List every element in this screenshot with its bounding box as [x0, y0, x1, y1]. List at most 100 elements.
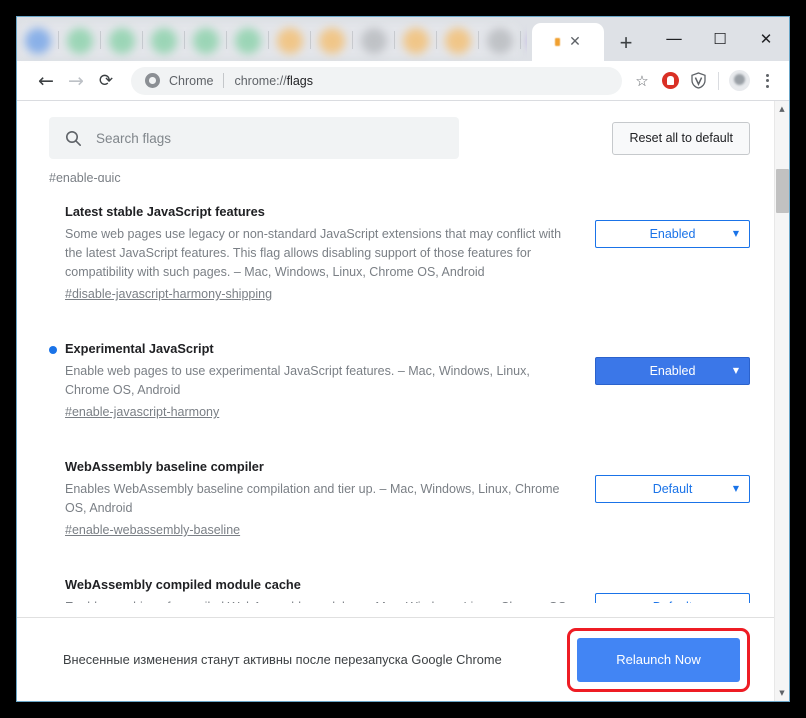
flag-description: Enables WebAssembly baseline compilation…: [65, 482, 560, 515]
url-prefix: chrome://: [234, 73, 287, 88]
flag-title: Latest stable JavaScript features: [65, 204, 265, 219]
scrollbar-down-arrow[interactable]: ▼: [775, 685, 790, 701]
chrome-browser-window: ✕ + — ☐ ✕ ← → ⟳ Chrome chrome://flags ☆: [16, 16, 790, 702]
shield-extension-icon[interactable]: [684, 67, 712, 95]
scrollbar-up-arrow[interactable]: ▲: [775, 101, 790, 117]
new-tab-button[interactable]: +: [613, 30, 639, 56]
window-close-button[interactable]: ✕: [743, 17, 789, 61]
reload-icon[interactable]: ⟳: [91, 66, 121, 96]
flag-description: Enable web pages to use experimental Jav…: [65, 364, 530, 397]
tab-favicon-icon: [555, 38, 561, 46]
adblock-glyph: [661, 72, 679, 89]
chevron-down-icon: ▼: [732, 366, 739, 375]
tab-favicon-icon: [445, 28, 471, 54]
three-dots-glyph: [765, 73, 769, 88]
flag-row: Experimental JavaScript Enable web pages …: [49, 319, 750, 437]
flags-header: Search flags Reset all to default: [17, 101, 774, 171]
reset-all-to-default-button[interactable]: Reset all to default: [612, 121, 750, 155]
screenshot-root: ✕ + — ☐ ✕ ← → ⟳ Chrome chrome://flags ☆: [0, 0, 806, 718]
modified-indicator-dot: [49, 346, 57, 354]
flag-state-select[interactable]: Enabled ▼: [595, 357, 750, 385]
background-tab[interactable]: [185, 23, 227, 59]
background-tab[interactable]: [395, 23, 437, 59]
background-tab[interactable]: [59, 23, 101, 59]
background-tab[interactable]: [17, 23, 59, 59]
back-icon[interactable]: ←: [31, 66, 61, 96]
window-maximize-button[interactable]: ☐: [697, 17, 743, 61]
page-scrollbar[interactable]: ▲ ▼: [774, 101, 789, 701]
window-controls: — ☐ ✕: [651, 17, 789, 61]
tab-favicon-icon: [193, 28, 219, 54]
tab-favicon-icon: [487, 28, 513, 54]
profile-avatar[interactable]: [725, 67, 753, 95]
flag-title: WebAssembly baseline compiler: [65, 459, 264, 474]
tab-favicon-icon: [25, 28, 51, 54]
relaunch-button-wrapper: Relaunch Now: [567, 627, 750, 692]
tab-favicon-icon: [151, 28, 177, 54]
star-glyph: ☆: [635, 71, 649, 90]
tab-favicon-icon: [319, 28, 345, 54]
relaunch-now-button[interactable]: Relaunch Now: [577, 637, 740, 682]
background-tab[interactable]: [521, 23, 527, 59]
tab-favicon-icon: [277, 28, 303, 54]
more-menu-icon[interactable]: [753, 67, 781, 95]
background-tab[interactable]: [227, 23, 269, 59]
clipped-flag-link[interactable]: #enable-quic: [49, 171, 750, 182]
flag-control: Enabled ▼: [595, 341, 750, 385]
flag-description: Some web pages use legacy or non-standar…: [65, 227, 562, 279]
address-bar[interactable]: Chrome chrome://flags: [131, 66, 622, 95]
tab-favicon-icon: [403, 28, 429, 54]
chevron-down-icon: ▼: [732, 484, 739, 493]
tab-favicon-icon: [235, 28, 261, 54]
forward-icon[interactable]: →: [61, 66, 91, 96]
adblock-extension-icon[interactable]: [656, 67, 684, 95]
scrollbar-thumb[interactable]: [775, 169, 789, 213]
bookmark-star-icon[interactable]: ☆: [628, 67, 656, 95]
chrome-logo-icon: [145, 73, 160, 88]
flag-control: Enabled ▼: [595, 204, 750, 248]
background-tab[interactable]: [353, 23, 395, 59]
avatar-glyph: [728, 70, 750, 91]
background-tab[interactable]: [437, 23, 479, 59]
background-tab[interactable]: [101, 23, 143, 59]
background-tab[interactable]: [269, 23, 311, 59]
browser-toolbar: ← → ⟳ Chrome chrome://flags ☆: [17, 61, 789, 101]
flag-internal-name-link[interactable]: #enable-webassembly-baseline: [65, 521, 240, 539]
search-input[interactable]: Search flags: [49, 117, 459, 159]
scrollbar-track[interactable]: [775, 117, 790, 685]
flag-row: WebAssembly baseline compiler Enables Web…: [49, 437, 750, 555]
flag-title: Experimental JavaScript: [65, 341, 214, 356]
flag-state-value: Default: [652, 482, 693, 496]
flag-state-select[interactable]: Enabled ▼: [595, 220, 750, 248]
active-tab[interactable]: ✕: [532, 23, 604, 61]
address-bar-separator: [223, 73, 225, 88]
background-tabs-group[interactable]: [17, 21, 527, 61]
chevron-down-icon: ▼: [732, 229, 739, 238]
list-bottom-fade: [17, 603, 774, 617]
window-minimize-button[interactable]: —: [651, 17, 697, 61]
flags-list: #enable-quic Latest stable JavaScript fe…: [17, 171, 774, 617]
background-tab[interactable]: [143, 23, 185, 59]
flag-internal-name-link[interactable]: #enable-javascript-harmony: [65, 403, 219, 421]
flag-title: WebAssembly compiled module cache: [65, 577, 301, 592]
flag-info: Latest stable JavaScript features Some we…: [49, 204, 577, 303]
flags-page: Search flags Reset all to default #enabl…: [17, 101, 774, 701]
flag-row: Latest stable JavaScript features Some we…: [49, 182, 750, 319]
flag-state-value: Enabled: [649, 227, 696, 241]
flag-info: WebAssembly baseline compiler Enables Web…: [49, 459, 577, 539]
tab-favicon-icon: [67, 28, 93, 54]
toolbar-divider: [718, 71, 719, 90]
address-bar-url: chrome://flags: [234, 74, 313, 88]
url-emphasis: flags: [286, 73, 313, 88]
tab-strip: ✕ + — ☐ ✕: [17, 17, 789, 61]
relaunch-message: Внесенные изменения станут активны после…: [63, 652, 502, 667]
search-placeholder: Search flags: [96, 130, 172, 146]
tab-close-icon[interactable]: ✕: [569, 35, 581, 49]
flag-control: Default ▼: [595, 459, 750, 503]
background-tab[interactable]: [311, 23, 353, 59]
address-bar-site-label: Chrome: [169, 73, 214, 88]
flag-internal-name-link[interactable]: #disable-javascript-harmony-shipping: [65, 285, 272, 303]
flag-state-select[interactable]: Default ▼: [595, 475, 750, 503]
background-tab[interactable]: [479, 23, 521, 59]
flag-state-value: Enabled: [649, 364, 696, 378]
